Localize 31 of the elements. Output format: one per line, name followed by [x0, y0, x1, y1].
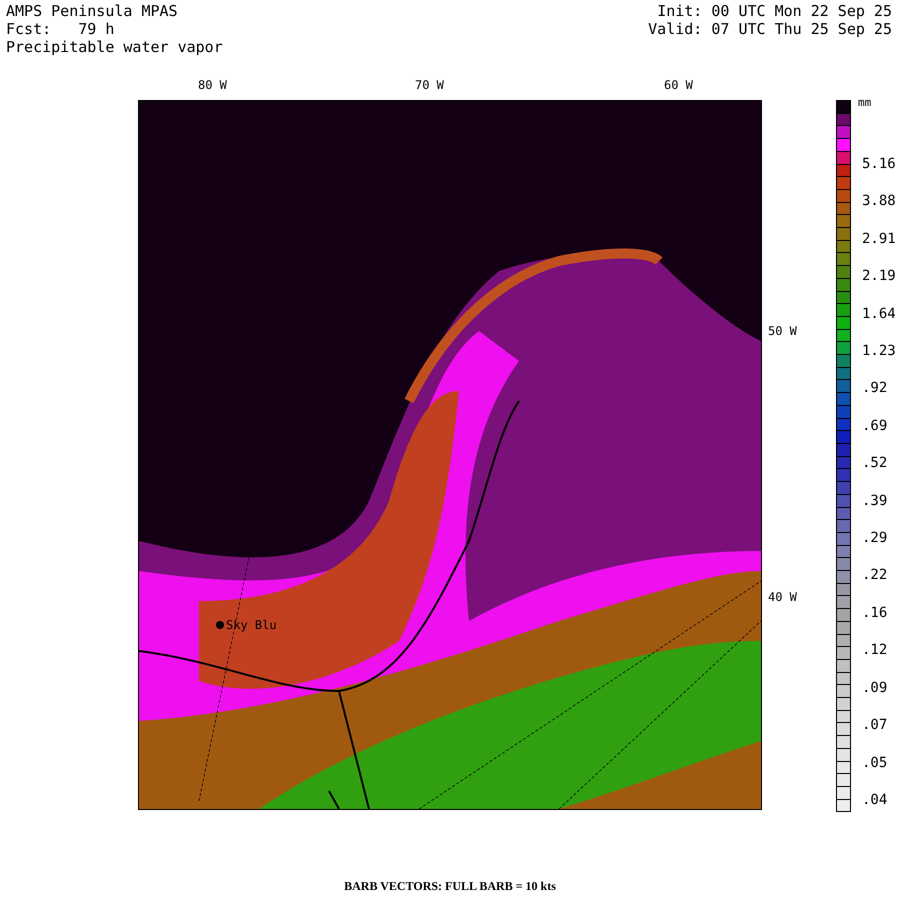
scale-label: .52 — [862, 455, 888, 472]
scale-label: .04 — [862, 792, 888, 808]
scale-label: 1.64 — [862, 306, 896, 322]
scale-label: 2.19 — [862, 268, 896, 284]
scale-label: .05 — [862, 754, 888, 770]
field-name: Precipitable water vapor — [6, 38, 223, 56]
scale-label: .12 — [862, 642, 888, 658]
forecast-hour: Fcst: 79 h — [6, 20, 116, 38]
scale-label: .69 — [862, 418, 888, 434]
scale-label: 2.91 — [862, 230, 896, 247]
longitude-label: 80 W — [198, 78, 227, 92]
scale-label: .22 — [862, 567, 888, 584]
longitude-label: 70 W — [415, 78, 444, 92]
longitude-label: 60 W — [664, 78, 693, 92]
valid-time: Valid: 07 UTC Thu 25 Sep 25 — [648, 20, 892, 38]
scale-label: .07 — [862, 717, 888, 734]
scale-label: .39 — [862, 492, 888, 509]
scale-label: 5.16 — [862, 156, 896, 172]
product-title: AMPS Peninsula MPAS — [6, 2, 179, 20]
scale-label: .92 — [862, 380, 888, 396]
barb-legend: BARB VECTORS: FULL BARB = 10 kts — [344, 879, 556, 893]
scale-label: .16 — [862, 604, 888, 621]
longitude-label: 40 W — [768, 590, 797, 604]
station-label: Sky Blu — [226, 618, 277, 632]
longitude-label: 50 W — [768, 324, 797, 338]
scale-label: 3.88 — [862, 193, 896, 210]
legend-unit: mm — [858, 96, 872, 109]
scale-label: 1.23 — [862, 343, 896, 360]
scale-label: .09 — [862, 680, 888, 696]
init-time: Init: 00 UTC Mon 22 Sep 25 — [657, 2, 892, 20]
scale-label: .29 — [862, 530, 888, 546]
